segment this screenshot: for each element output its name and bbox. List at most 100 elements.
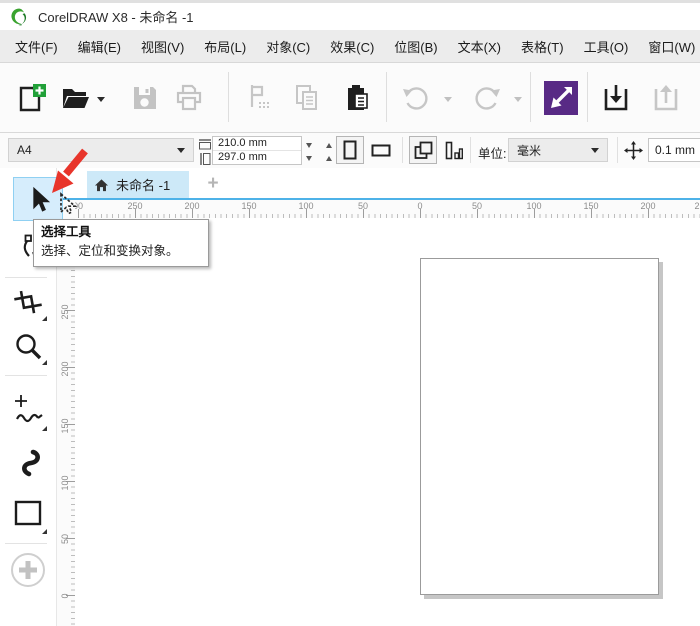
menu-item-file[interactable]: 文件(F): [15, 37, 58, 56]
cut-button[interactable]: [240, 79, 278, 117]
flyout-indicator: [42, 360, 47, 365]
ruler-label: 200: [57, 353, 73, 385]
landscape-orientation-button[interactable]: [367, 136, 395, 164]
chevron-down-icon: [177, 148, 185, 153]
undo-button[interactable]: [397, 79, 435, 117]
nudge-distance-value: 0.1 mm: [655, 143, 695, 157]
page-width-field[interactable]: 210.0 mm: [213, 137, 301, 150]
open-button[interactable]: [56, 79, 94, 117]
toolbar-separator: [530, 72, 531, 122]
toolbar-separator: [386, 72, 387, 122]
drawing-canvas[interactable]: [75, 218, 700, 626]
undo-dropdown-caret[interactable]: [442, 93, 454, 105]
save-icon: [128, 81, 162, 115]
portrait-orientation-button[interactable]: [336, 136, 364, 164]
copy-icon: [290, 81, 324, 115]
all-pages-size-button[interactable]: [409, 136, 437, 164]
save-button[interactable]: [126, 79, 164, 117]
document-tab-active[interactable]: 未命名 -1: [87, 171, 189, 198]
export-button[interactable]: [647, 79, 685, 117]
artistic-media-tool-button[interactable]: [8, 441, 48, 485]
print-button[interactable]: [170, 79, 208, 117]
ruler-label: 0: [57, 580, 73, 612]
menu-item-edit[interactable]: 编辑(E): [78, 37, 121, 56]
new-document-button[interactable]: [12, 79, 50, 117]
import-icon: [599, 81, 633, 115]
paste-button[interactable]: [338, 79, 376, 117]
document-tab-bar: 未命名 -1 +: [57, 168, 700, 198]
units-dropdown[interactable]: 毫米: [508, 138, 608, 162]
redo-button[interactable]: [468, 79, 506, 117]
ruler-label: 150: [57, 410, 73, 442]
open-dropdown-caret[interactable]: [95, 93, 107, 105]
page-width-icon: [198, 139, 212, 150]
menu-item-object[interactable]: 对象(C): [266, 37, 310, 56]
overlapping-pages-icon: [414, 141, 433, 160]
ruler-label: 200: [177, 201, 207, 211]
rectangle-tool-icon: [12, 496, 44, 530]
horizontal-ruler[interactable]: 00 250 200 150 100 50 0 50 100 150 200 2: [75, 200, 700, 218]
document-page[interactable]: [420, 258, 659, 595]
nudge-distance-field[interactable]: 0.1 mm: [648, 138, 700, 162]
redo-dropdown-caret[interactable]: [512, 93, 524, 105]
menu-item-tools[interactable]: 工具(O): [584, 37, 629, 56]
plus-circle-icon: [9, 551, 47, 589]
print-icon: [172, 81, 206, 115]
new-document-icon: [14, 81, 48, 115]
new-tab-button[interactable]: +: [200, 173, 226, 196]
page-height-icon: [200, 152, 211, 166]
add-tools-button[interactable]: [8, 548, 48, 592]
crop-tool-button[interactable]: [8, 282, 48, 322]
search-content-icon: [543, 80, 579, 116]
cut-icon: [242, 81, 276, 115]
ruler-label: 50: [462, 201, 492, 211]
freehand-tool-icon: [12, 393, 44, 427]
ruler-label: 250: [57, 296, 73, 328]
coreldraw-logo-icon: [9, 7, 29, 27]
menu-item-effects[interactable]: 效果(C): [330, 37, 374, 56]
page-width-spinner[interactable]: [306, 139, 332, 151]
ruler-label: 150: [576, 201, 606, 211]
document-tab-label: 未命名 -1: [116, 175, 170, 194]
menu-item-text[interactable]: 文本(X): [458, 37, 501, 56]
toolbox-separator: [5, 543, 47, 544]
toolbox-separator: [5, 277, 47, 278]
menu-item-layout[interactable]: 布局(L): [204, 37, 246, 56]
rectangle-tool-button[interactable]: [8, 491, 48, 535]
ruler-label: 100: [291, 201, 321, 211]
copy-button[interactable]: [288, 79, 326, 117]
flyout-indicator: [42, 316, 47, 321]
freehand-tool-button[interactable]: [8, 388, 48, 432]
ruler-label: 100: [57, 467, 73, 499]
standard-toolbar: [0, 63, 700, 133]
menu-item-view[interactable]: 视图(V): [141, 37, 184, 56]
page-height-field[interactable]: 297.0 mm: [213, 151, 301, 164]
menu-item-table[interactable]: 表格(T): [521, 37, 564, 56]
units-label: 单位:: [478, 143, 506, 162]
undo-icon: [399, 81, 433, 115]
zoom-tool-icon: [13, 331, 43, 361]
current-page-size-button[interactable]: [440, 136, 468, 164]
pick-tool-button[interactable]: [13, 177, 63, 221]
page-size-dropdown[interactable]: A4: [8, 138, 194, 162]
zoom-tool-button[interactable]: [8, 326, 48, 366]
ruler-label: 2: [682, 201, 700, 211]
ruler-label: 150: [234, 201, 264, 211]
ruler-label: 200: [633, 201, 663, 211]
menu-item-bitmaps[interactable]: 位图(B): [394, 37, 437, 56]
menu-item-window[interactable]: 窗口(W): [648, 37, 695, 56]
home-icon: [94, 178, 109, 192]
import-button[interactable]: [597, 79, 635, 117]
menu-bar: 文件(F) 编辑(E) 视图(V) 布局(L) 对象(C) 效果(C) 位图(B…: [0, 30, 700, 63]
ruler-label: 100: [519, 201, 549, 211]
toolbar-separator: [228, 72, 229, 122]
ruler-label: 0: [405, 201, 435, 211]
propbar-separator: [470, 137, 471, 163]
ruler-label: 50: [348, 201, 378, 211]
search-content-button[interactable]: [542, 79, 580, 117]
propbar-separator: [617, 137, 618, 163]
page-height-spinner[interactable]: [306, 152, 332, 164]
window-title: CorelDRAW X8 - 未命名 -1: [38, 7, 194, 26]
vertical-ruler[interactable]: 250 200 150 100 50 0: [57, 218, 75, 626]
tooltip-description: 选择、定位和变换对象。: [41, 242, 201, 261]
